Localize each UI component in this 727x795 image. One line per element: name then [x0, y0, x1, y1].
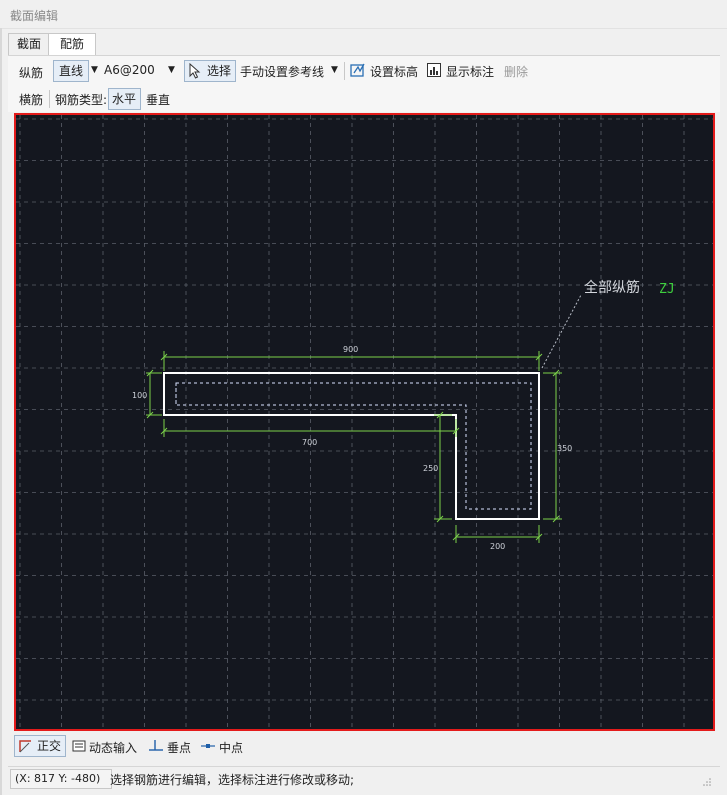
left-edge: [0, 28, 2, 795]
callout-code[interactable]: ZJ: [659, 282, 675, 297]
dimension-lines[interactable]: [146, 351, 562, 543]
resize-grip-icon[interactable]: [702, 777, 712, 787]
window-title-bar: 截面编辑: [0, 0, 727, 29]
dynamic-input-icon[interactable]: [72, 739, 86, 753]
section-outline[interactable]: [163, 372, 540, 520]
cursor-arrow-icon: [189, 63, 201, 79]
status-message: 选择钢筋进行编辑，选择标注进行修改或移动;: [110, 773, 355, 787]
tab-section-label: 截面: [16, 37, 41, 51]
horizontal-label: 水平: [112, 92, 137, 106]
callout-label[interactable]: 全部纵筋: [584, 279, 640, 296]
dim-left-label[interactable]: 100: [132, 391, 147, 400]
window-title: 截面编辑: [10, 9, 59, 23]
delete-button[interactable]: 删除: [504, 63, 528, 80]
longitudinal-label: 纵筋: [19, 66, 44, 80]
coordinate-readout: (X: 817 Y: -480): [10, 769, 112, 789]
tab-reinforcement[interactable]: 配筋: [48, 33, 96, 56]
select-button[interactable]: 选择: [184, 60, 236, 82]
perpendicular-icon[interactable]: [148, 739, 164, 753]
show-annotation-button[interactable]: 显示标注: [446, 63, 494, 80]
drawing-canvas[interactable]: 900 100 700 250 350 200 全部纵筋 ZJ: [14, 113, 715, 731]
rebar-type-label: 钢筋类型:: [55, 93, 108, 107]
dim-bottom-label[interactable]: 700: [302, 438, 317, 447]
dim-right-label[interactable]: 350: [557, 444, 572, 453]
set-elevation-button[interactable]: 设置标高: [370, 63, 418, 80]
dim-stem-label[interactable]: 250: [423, 464, 438, 473]
show-annotation-icon[interactable]: [426, 62, 442, 78]
transverse-label: 横筋: [19, 93, 44, 107]
section-drawing[interactable]: 900 100 700 250 350 200 全部纵筋 ZJ: [16, 115, 713, 729]
select-label: 选择: [207, 64, 232, 78]
transverse-toolbar: 横筋 钢筋类型: 水平 垂直: [8, 86, 720, 112]
horizontal-button[interactable]: 水平: [108, 88, 141, 110]
vertical-button[interactable]: 垂直: [146, 91, 170, 108]
rebar-spec-dropdown-icon[interactable]: ▼: [168, 65, 175, 75]
dim-top-label[interactable]: 900: [343, 345, 358, 354]
line-type-button[interactable]: 直线: [53, 60, 89, 82]
rebar-spec-select[interactable]: A6@200: [104, 63, 155, 77]
toolbar-separator: [49, 90, 50, 108]
status-bar: (X: 817 Y: -480) 选择钢筋进行编辑，选择标注进行修改或移动;: [8, 766, 720, 791]
manual-ref-line-button[interactable]: 手动设置参考线: [240, 63, 324, 80]
set-elevation-icon[interactable]: [350, 62, 366, 78]
line-type-label: 直线: [59, 64, 84, 78]
dynamic-input-button[interactable]: 动态输入: [89, 739, 137, 756]
ortho-button[interactable]: 正交: [14, 735, 66, 757]
midpoint-button[interactable]: 中点: [219, 739, 243, 756]
perpendicular-button[interactable]: 垂点: [167, 739, 191, 756]
rebar-line[interactable]: [175, 382, 532, 510]
tab-reinforcement-label: 配筋: [59, 37, 84, 51]
grid-lines: [16, 115, 713, 729]
line-type-dropdown-icon[interactable]: ▼: [91, 65, 98, 75]
midpoint-icon[interactable]: [200, 739, 216, 753]
ortho-label: 正交: [37, 739, 62, 753]
dim-base-label[interactable]: 200: [490, 542, 505, 551]
snap-toolbar: 正交 动态输入 垂点 中点: [14, 733, 715, 759]
tab-section[interactable]: 截面: [8, 33, 50, 55]
callout-leader: [541, 294, 582, 369]
ortho-icon: [19, 740, 31, 753]
rebar-toolbar: 纵筋 直线 ▼ A6@200 ▼ 选择 手动设置参考线 ▼ 设置标高 显示标注 …: [8, 55, 720, 87]
manual-ref-dropdown-icon[interactable]: ▼: [331, 65, 338, 75]
toolbar-separator: [344, 62, 345, 80]
